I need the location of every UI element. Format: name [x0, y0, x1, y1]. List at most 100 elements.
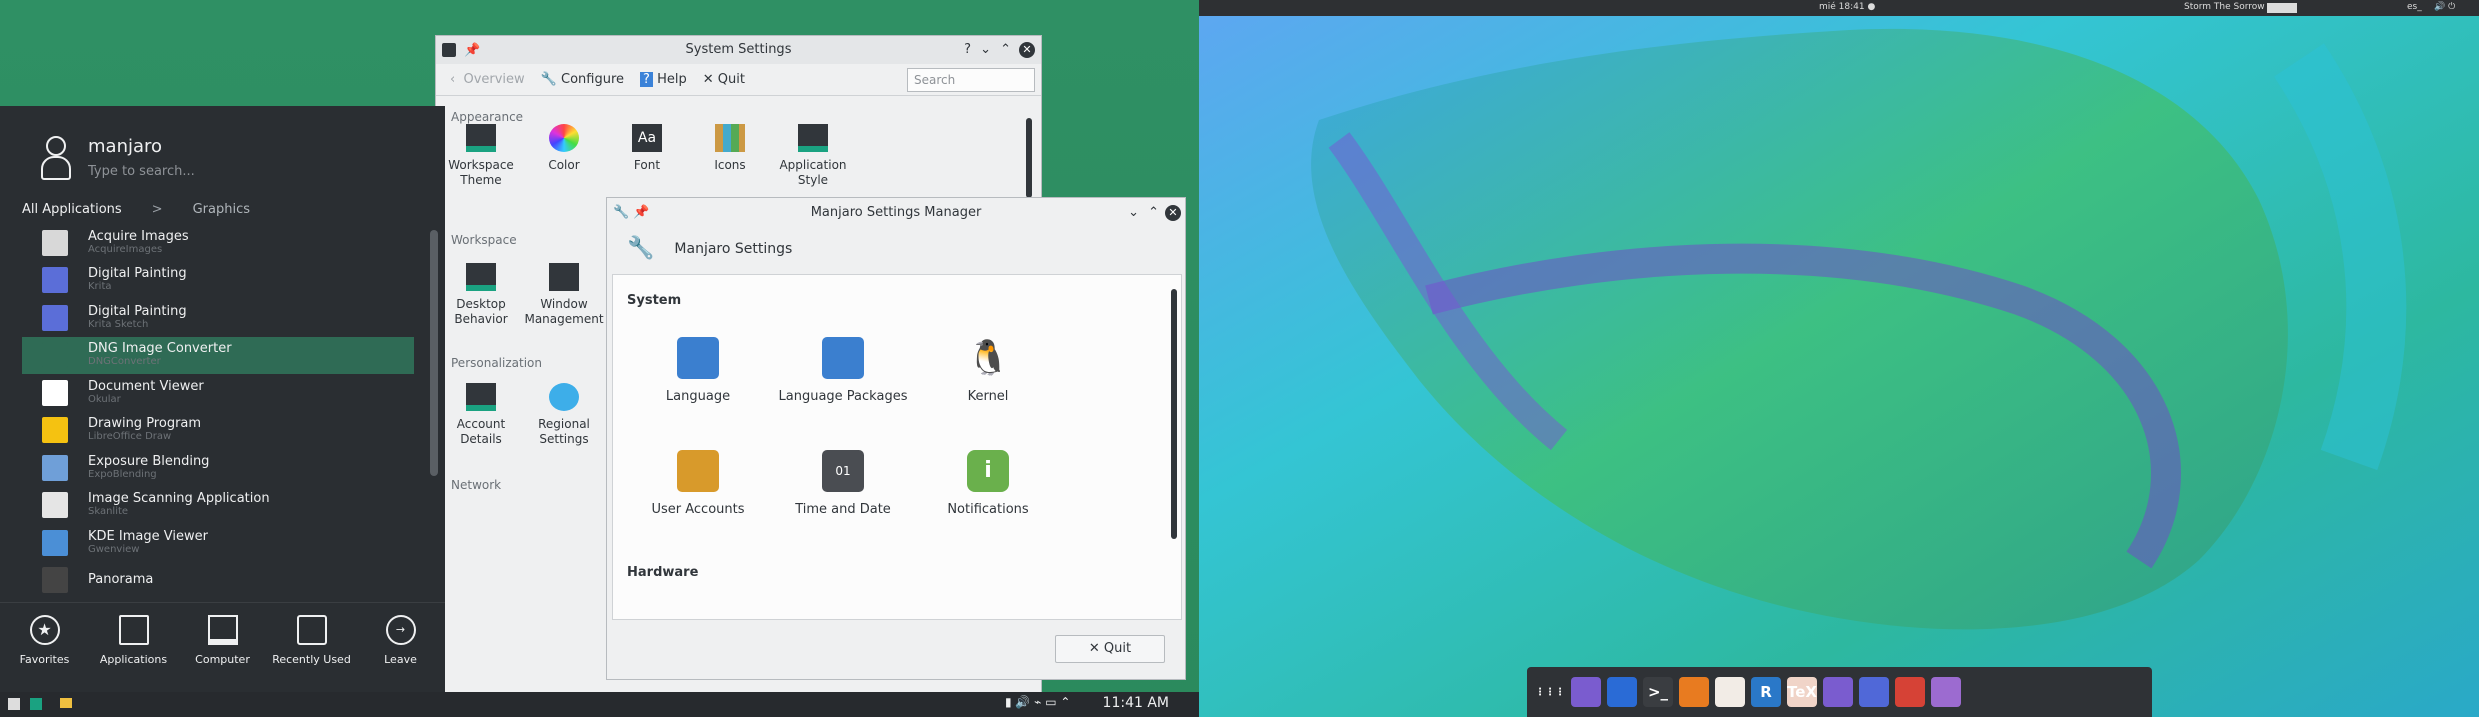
- paint-icon[interactable]: [1859, 677, 1889, 707]
- tab-recently-used[interactable]: Recently Used: [267, 603, 356, 692]
- breadcrumb-graphics[interactable]: Graphics: [193, 202, 250, 217]
- help-icon[interactable]: ?: [964, 36, 971, 64]
- module-kernel[interactable]: 🐧 Kernel: [918, 337, 1058, 404]
- app-icon: [42, 567, 68, 594]
- maximize-icon[interactable]: ⌃: [1000, 36, 1011, 64]
- app-list-scrollbar[interactable]: [430, 230, 438, 476]
- breadcrumb-all-applications[interactable]: All Applications: [22, 202, 122, 217]
- module-notifications[interactable]: i Notifications: [918, 450, 1058, 517]
- color-item[interactable]: Color: [519, 124, 609, 173]
- leave-icon: →: [385, 615, 416, 645]
- window-title: System Settings: [685, 42, 792, 57]
- list-item[interactable]: Digital Painting Krita Sketch: [22, 299, 414, 337]
- overview-button[interactable]: ‹ Overview: [450, 72, 525, 87]
- tab-applications[interactable]: Applications: [89, 603, 178, 692]
- workspace-theme-item[interactable]: Workspace Theme: [436, 124, 526, 188]
- tab-favorites[interactable]: ★ Favorites: [0, 603, 89, 692]
- window-title: Manjaro Settings Manager: [810, 205, 982, 220]
- topbar-clock[interactable]: mié 18:41 ●: [1819, 2, 1875, 12]
- close-icon[interactable]: ✕: [1019, 42, 1035, 58]
- text-editor-icon[interactable]: [1931, 677, 1961, 707]
- list-item[interactable]: Document Viewer Okular: [22, 374, 414, 412]
- window-management-item[interactable]: Window Management: [519, 263, 609, 327]
- maximize-icon[interactable]: ⌃: [1148, 198, 1159, 228]
- r-language-icon[interactable]: R: [1751, 677, 1781, 707]
- configure-button[interactable]: 🔧 Configure: [541, 72, 624, 87]
- module-language[interactable]: Language: [628, 337, 768, 404]
- tab-computer[interactable]: Computer: [178, 603, 267, 692]
- minimize-icon[interactable]: ⌄: [1128, 198, 1139, 228]
- app-icon: [42, 304, 68, 331]
- app-generic-name: LibreOffice Draw: [88, 431, 172, 443]
- list-item[interactable]: Digital Painting Krita: [22, 262, 414, 300]
- record-icon[interactable]: [1895, 677, 1925, 707]
- modules-panel: System Language Language Packages 🐧 Kern…: [612, 274, 1182, 620]
- module-time-and-date[interactable]: 01 Time and Date: [773, 450, 913, 517]
- module-language-packages[interactable]: Language Packages: [773, 337, 913, 404]
- workspace-indicator[interactable]: [2267, 3, 2297, 13]
- minimize-icon[interactable]: ⌄: [980, 36, 991, 64]
- list-item[interactable]: Drawing Program LibreOffice Draw: [22, 412, 414, 450]
- media-indicator[interactable]: Storm The Sorrow ▸: [2184, 2, 2272, 12]
- image-viewer-icon[interactable]: [1823, 677, 1853, 707]
- firefox-icon[interactable]: [1607, 677, 1637, 707]
- quit-button[interactable]: ✕ Quit: [1055, 635, 1165, 663]
- settings-scrollbar[interactable]: [1026, 118, 1032, 198]
- regional-settings-item[interactable]: Regional Settings: [519, 383, 609, 447]
- list-item[interactable]: DNG Image Converter DNGConverter: [22, 336, 414, 374]
- module-user-accounts[interactable]: User Accounts: [628, 450, 768, 517]
- app-generic-name: ExpoBlending: [88, 468, 157, 480]
- window-titlebar[interactable]: 📌 System Settings ? ⌄ ⌃ ✕: [436, 36, 1041, 64]
- desktop-behavior-item[interactable]: Desktop Behavior: [436, 263, 526, 327]
- folder-icon[interactable]: [60, 698, 72, 708]
- terminal-icon[interactable]: >_: [1643, 677, 1673, 707]
- list-item[interactable]: Image Scanning Application Skanlite: [22, 487, 414, 525]
- right-screen: mié 18:41 ● Storm The Sorrow ▸ es_ 🔊 ⏻ ⋮…: [1199, 0, 2479, 717]
- font-item[interactable]: Aa Font: [602, 124, 692, 173]
- app-generic-name: Gwenview: [88, 543, 140, 555]
- app-icon: [42, 417, 68, 444]
- search-input[interactable]: Type to search...: [88, 164, 195, 179]
- close-icon[interactable]: ✕: [1165, 205, 1181, 221]
- search-input[interactable]: Search: [907, 68, 1035, 92]
- tray-icons[interactable]: ▮ 🔊 ⌁ ▭ ⌃: [1005, 695, 1070, 709]
- tab-leave[interactable]: → Leave: [356, 603, 445, 692]
- list-item[interactable]: KDE Image Viewer Gwenview: [22, 524, 414, 562]
- atom-icon[interactable]: [1715, 677, 1745, 707]
- pin-icon[interactable]: 📌: [633, 198, 649, 228]
- taskbar-app-icon[interactable]: [30, 698, 42, 710]
- app-icon: [42, 454, 68, 481]
- modules-scrollbar[interactable]: [1171, 289, 1177, 539]
- app-icon: [42, 229, 68, 256]
- calendar-clock-icon: 01: [822, 450, 864, 492]
- app-generic-name: Skanlite: [88, 506, 129, 518]
- info-icon: i: [967, 450, 1009, 492]
- applications-icon: [118, 615, 149, 645]
- taskbar-clock[interactable]: 11:41 AM: [1103, 695, 1169, 711]
- list-item[interactable]: Exposure Blending ExpoBlending: [22, 449, 414, 487]
- apps-grid-icon[interactable]: ⋮⋮⋮: [1535, 677, 1565, 707]
- window-titlebar[interactable]: 🔧 📌 Manjaro Settings Manager ⌄ ⌃ ✕: [607, 198, 1185, 228]
- icons-item[interactable]: Icons: [685, 124, 775, 173]
- list-item[interactable]: Acquire Images AcquireImages: [22, 224, 414, 262]
- language-icon: [677, 337, 719, 379]
- app-icon: [42, 267, 68, 294]
- pin-icon[interactable]: 📌: [464, 37, 480, 65]
- files-icon[interactable]: [1571, 677, 1601, 707]
- section-network: Network: [451, 478, 502, 492]
- font-icon: Aa: [632, 124, 662, 152]
- app-name: Digital Painting: [88, 303, 187, 319]
- account-details-item[interactable]: Account Details: [436, 383, 526, 447]
- application-style-item[interactable]: Application Style: [768, 124, 858, 188]
- left-screen: 📌 System Settings ? ⌄ ⌃ ✕ ‹ Overview 🔧 C…: [0, 0, 1199, 717]
- list-item[interactable]: Panorama: [22, 562, 414, 600]
- tex-icon[interactable]: TeX: [1787, 677, 1817, 707]
- app-generic-name: Krita: [88, 281, 112, 293]
- keyboard-layout[interactable]: es_: [2407, 2, 2422, 12]
- quit-button[interactable]: ✕ Quit: [703, 72, 745, 87]
- app-icon: [42, 342, 68, 369]
- ubuntu-clock-icon[interactable]: [1679, 677, 1709, 707]
- system-tray-icons[interactable]: 🔊 ⏻: [2434, 2, 2455, 12]
- help-button[interactable]: ? Help: [640, 72, 687, 87]
- launcher-icon[interactable]: [8, 698, 20, 710]
